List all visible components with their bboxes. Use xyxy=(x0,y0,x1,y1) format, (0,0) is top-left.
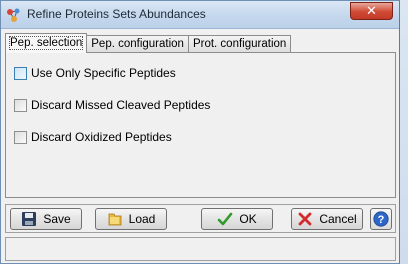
tab-prot-configuration[interactable]: Prot. configuration xyxy=(187,35,292,53)
oxidized-checkbox[interactable] xyxy=(14,130,27,144)
window-title: Refine Proteins Sets Abundances xyxy=(27,7,206,21)
specific-peptides-checkbox[interactable] xyxy=(14,66,27,80)
cancel-label: Cancel xyxy=(319,212,357,226)
cancel-button[interactable]: Cancel xyxy=(291,208,363,230)
oxidized-label: Discard Oxidized Peptides xyxy=(31,130,172,144)
pep-selection-panel: Use Only Specific Peptides Discard Misse… xyxy=(5,52,396,198)
tab-pep-configuration[interactable]: Pep. configuration xyxy=(86,35,189,53)
save-button[interactable]: Save xyxy=(10,208,82,230)
title-bar[interactable]: Refine Proteins Sets Abundances ✕ xyxy=(1,1,399,29)
specific-peptides-label: Use Only Specific Peptides xyxy=(31,66,176,80)
option-missed-cleaved[interactable]: Discard Missed Cleaved Peptides xyxy=(14,97,210,113)
option-oxidized[interactable]: Discard Oxidized Peptides xyxy=(14,129,172,145)
tab-pep-selection[interactable]: Pep. selection xyxy=(5,33,88,53)
missed-cleaved-checkbox[interactable] xyxy=(14,98,27,112)
dialog-body: Pep. selection Pep. configuration Prot. … xyxy=(4,31,397,263)
help-button[interactable]: ? xyxy=(370,208,392,230)
folder-icon xyxy=(108,213,122,226)
close-button[interactable]: ✕ xyxy=(350,2,393,20)
cross-icon xyxy=(298,212,312,226)
button-bar: Save Load OK Cancel ? xyxy=(5,204,396,233)
option-specific-peptides[interactable]: Use Only Specific Peptides xyxy=(14,65,176,81)
load-label: Load xyxy=(128,212,156,226)
tab-label: Pep. configuration xyxy=(91,38,184,50)
load-button[interactable]: Load xyxy=(95,208,167,230)
tab-label: Pep. selection xyxy=(8,36,84,50)
tab-label: Prot. configuration xyxy=(192,38,287,50)
missed-cleaved-label: Discard Missed Cleaved Peptides xyxy=(31,98,211,112)
floppy-disk-icon xyxy=(22,212,37,226)
checkmark-icon xyxy=(218,212,233,226)
svg-text:?: ? xyxy=(378,214,385,226)
help-icon: ? xyxy=(373,211,389,227)
tab-strip: Pep. selection Pep. configuration Prot. … xyxy=(5,33,292,53)
ok-button[interactable]: OK xyxy=(201,208,273,230)
ok-label: OK xyxy=(239,212,257,226)
molecule-icon xyxy=(7,8,20,22)
status-bar xyxy=(5,237,396,261)
dialog-window: Refine Proteins Sets Abundances ✕ Pep. s… xyxy=(0,0,400,264)
save-label: Save xyxy=(43,212,71,226)
